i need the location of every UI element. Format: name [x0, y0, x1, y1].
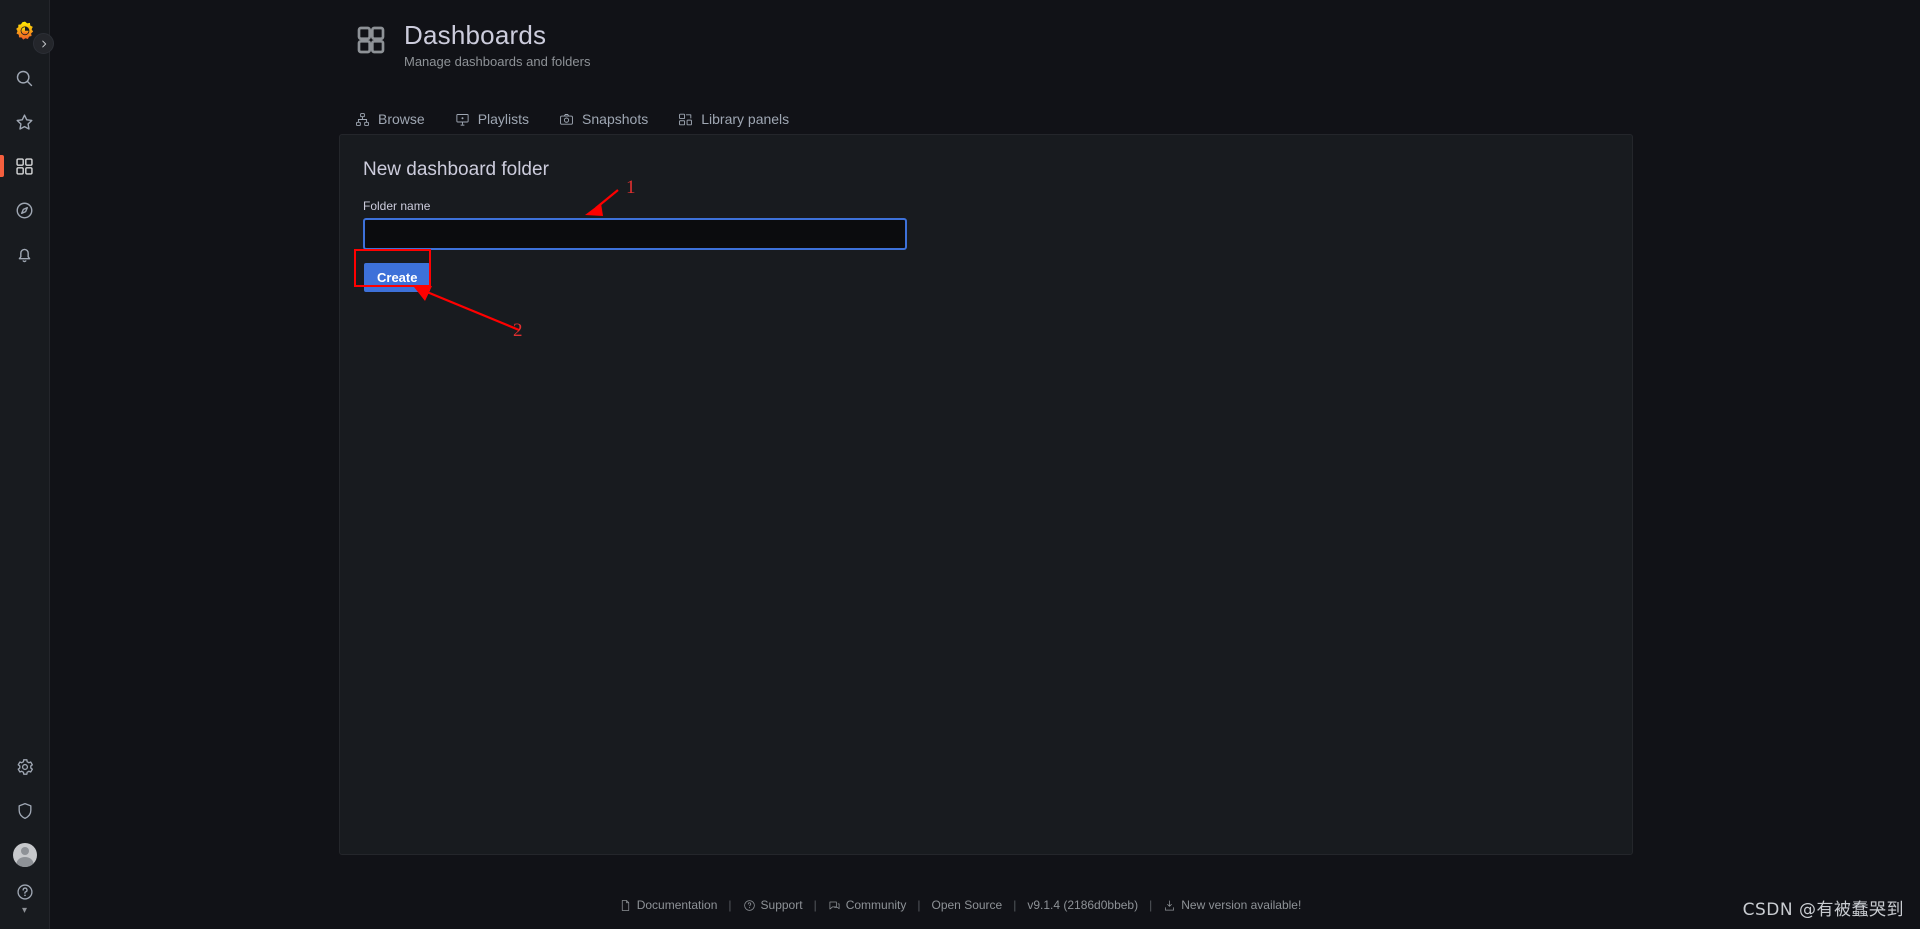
footer-separator: |: [1013, 898, 1017, 912]
presentation-icon: [456, 113, 469, 126]
tab-playlists[interactable]: Playlists: [455, 107, 529, 137]
sitemap-icon: [356, 112, 369, 126]
panel-title: New dashboard folder: [363, 159, 549, 180]
footer-separator: |: [813, 898, 817, 912]
page-subtitle: Manage dashboards and folders: [404, 54, 591, 69]
sidebar-item-starred[interactable]: [0, 100, 50, 144]
footer-new-version-label: New version available!: [1181, 898, 1302, 912]
avatar-icon: [12, 843, 37, 867]
sidebar-item-profile[interactable]: [0, 833, 50, 877]
sidebar-item-dashboards[interactable]: [0, 144, 50, 188]
footer-documentation-link[interactable]: Documentation: [619, 898, 718, 912]
footer-support-link[interactable]: Support: [743, 898, 803, 912]
question-circle-icon: [16, 884, 33, 900]
folder-name-field: Folder name: [363, 199, 1632, 250]
tab-playlists-label: Playlists: [477, 111, 530, 127]
footer-support-label: Support: [760, 898, 803, 912]
page-header: Dashboards Manage dashboards and folders: [355, 20, 590, 70]
new-folder-panel: New dashboard folder Folder name Create: [339, 134, 1633, 855]
question-circle-icon: [743, 899, 755, 911]
create-button[interactable]: Create: [364, 263, 431, 292]
dashboards-grid-icon: [16, 157, 33, 175]
document-icon: [621, 899, 629, 911]
gear-icon: [17, 759, 33, 775]
bell-icon: [18, 248, 31, 262]
footer-separator: |: [917, 898, 921, 912]
page-title: Dashboards: [404, 20, 547, 50]
footer-community-link[interactable]: Community: [828, 898, 907, 912]
camera-icon: [560, 113, 573, 125]
csdn-watermark: CSDN @有被蠢哭到: [1742, 900, 1904, 920]
tab-snapshots-label: Snapshots: [582, 111, 649, 127]
footer-version-label: v9.1.4 (2186d0bbeb): [1027, 898, 1139, 912]
compass-icon: [16, 202, 33, 218]
search-icon: [16, 70, 33, 86]
shield-icon: [18, 803, 32, 819]
star-icon: [16, 113, 33, 130]
footer-open-source-label: Open Source: [931, 898, 1003, 912]
tab-library-panels[interactable]: Library panels: [678, 107, 789, 137]
library-panels-icon: [679, 113, 693, 125]
sidebar-item-alerting[interactable]: [0, 232, 50, 276]
page-footer: Documentation | Support | Community | Op…: [0, 898, 1920, 912]
grafana-app-window: ▾ Dashboards Manage dashboards and folde…: [0, 0, 1920, 929]
sidebar-bottom-group: ▾: [0, 745, 49, 929]
tab-browse-label: Browse: [378, 111, 425, 127]
sidebar-item-server-admin[interactable]: [0, 789, 50, 833]
footer-open-source-link[interactable]: Open Source: [932, 898, 1003, 912]
sidebar-item-search[interactable]: [0, 56, 50, 100]
page-tabs: Browse Playlists Snapshots Library panel…: [355, 107, 789, 137]
sidebar-collapse-caret-icon[interactable]: ▾: [22, 906, 27, 919]
folder-name-input[interactable]: [363, 218, 907, 250]
sidebar-item-configuration[interactable]: [0, 745, 50, 789]
footer-new-version-link[interactable]: New version available!: [1163, 898, 1301, 912]
comments-icon: [829, 901, 840, 909]
footer-separator: |: [1149, 898, 1153, 912]
footer-separator: |: [728, 898, 732, 912]
chevron-right-icon: [41, 40, 46, 47]
footer-community-label: Community: [845, 898, 907, 912]
main-sidebar: ▾: [0, 0, 50, 929]
tab-browse[interactable]: Browse: [355, 107, 425, 137]
sidebar-item-explore[interactable]: [0, 188, 50, 232]
tab-library-panels-label: Library panels: [701, 111, 790, 127]
sidebar-item-help[interactable]: [0, 877, 50, 907]
footer-documentation-label: Documentation: [636, 898, 718, 912]
tab-snapshots[interactable]: Snapshots: [559, 107, 648, 137]
page-header-dashboards-grid-icon: [355, 24, 387, 61]
folder-name-label: Folder name: [363, 199, 431, 213]
sidebar-expand-button[interactable]: [33, 33, 54, 54]
download-icon: [1165, 900, 1175, 910]
